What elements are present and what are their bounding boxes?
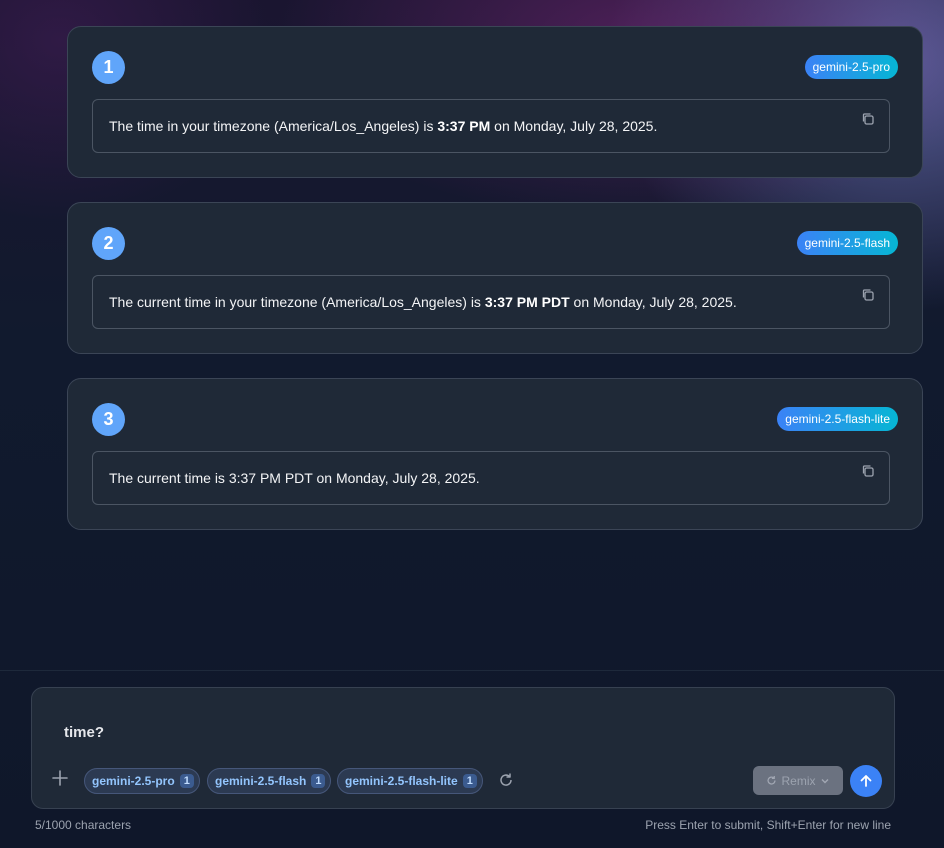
response-text-bold: 3:37 PM bbox=[437, 118, 491, 134]
model-chip-gemini-2-5-flash[interactable]: gemini-2.5-flash 1 bbox=[207, 768, 332, 794]
model-badge: gemini-2.5-pro bbox=[804, 55, 898, 79]
copy-icon[interactable] bbox=[861, 288, 875, 302]
composer-divider bbox=[0, 670, 944, 671]
response-text-part: The current time in your timezone (Ameri… bbox=[109, 294, 485, 310]
response-text: The current time is 3:37 PM PDT on Monda… bbox=[92, 451, 890, 505]
model-chip-count: 1 bbox=[179, 774, 194, 788]
response-text-part: on Monday, July 28, 2025. bbox=[490, 118, 658, 134]
response-text-part: The time in your timezone (America/Los_A… bbox=[109, 118, 438, 134]
model-badge: gemini-2.5-flash bbox=[796, 231, 898, 255]
response-number: 2 bbox=[92, 227, 125, 260]
response-card: 3 gemini-2.5-flash-lite The current time… bbox=[67, 378, 923, 530]
remix-button[interactable]: Remix bbox=[753, 766, 843, 795]
remix-label: Remix bbox=[781, 773, 816, 788]
model-chip-count: 1 bbox=[462, 774, 477, 788]
copy-icon[interactable] bbox=[861, 464, 875, 478]
response-text-part: on Monday, July 28, 2025. bbox=[569, 294, 737, 310]
keyboard-hint: Press Enter to submit, Shift+Enter for n… bbox=[645, 818, 891, 832]
response-text-part: The current time is 3:37 PM PDT on Monda… bbox=[109, 470, 480, 486]
response-text: The time in your timezone (America/Los_A… bbox=[92, 99, 890, 153]
chevron-down-icon bbox=[821, 778, 828, 783]
refresh-icon[interactable] bbox=[498, 772, 514, 788]
response-card: 1 gemini-2.5-pro The time in your timezo… bbox=[67, 26, 923, 178]
response-number: 1 bbox=[92, 51, 125, 84]
copy-icon[interactable] bbox=[861, 112, 875, 126]
model-chip-label: gemini-2.5-flash-lite bbox=[345, 774, 458, 788]
send-button[interactable] bbox=[850, 765, 882, 797]
model-chip-gemini-2-5-pro[interactable]: gemini-2.5-pro 1 bbox=[84, 768, 200, 794]
plus-icon[interactable] bbox=[50, 768, 70, 788]
refresh-icon bbox=[767, 776, 777, 785]
model-chip-gemini-2-5-flash-lite[interactable]: gemini-2.5-flash-lite 1 bbox=[337, 768, 483, 794]
response-text: The current time in your timezone (Ameri… bbox=[92, 275, 890, 329]
prompt-input[interactable]: time? bbox=[64, 724, 104, 741]
response-card: 2 gemini-2.5-flash The current time in y… bbox=[67, 202, 923, 354]
model-chip-label: gemini-2.5-pro bbox=[92, 774, 175, 788]
arrow-up-icon bbox=[860, 775, 872, 787]
model-chip-label: gemini-2.5-flash bbox=[215, 774, 307, 788]
response-text-bold: 3:37 PM PDT bbox=[484, 294, 570, 310]
character-count: 5/1000 characters bbox=[35, 818, 132, 832]
model-badge: gemini-2.5-flash-lite bbox=[777, 407, 898, 431]
prompt-composer: time? gemini-2.5-pro 1 gemini-2.5-flash … bbox=[31, 687, 895, 809]
model-chip-count: 1 bbox=[311, 774, 326, 788]
response-number: 3 bbox=[92, 403, 125, 436]
